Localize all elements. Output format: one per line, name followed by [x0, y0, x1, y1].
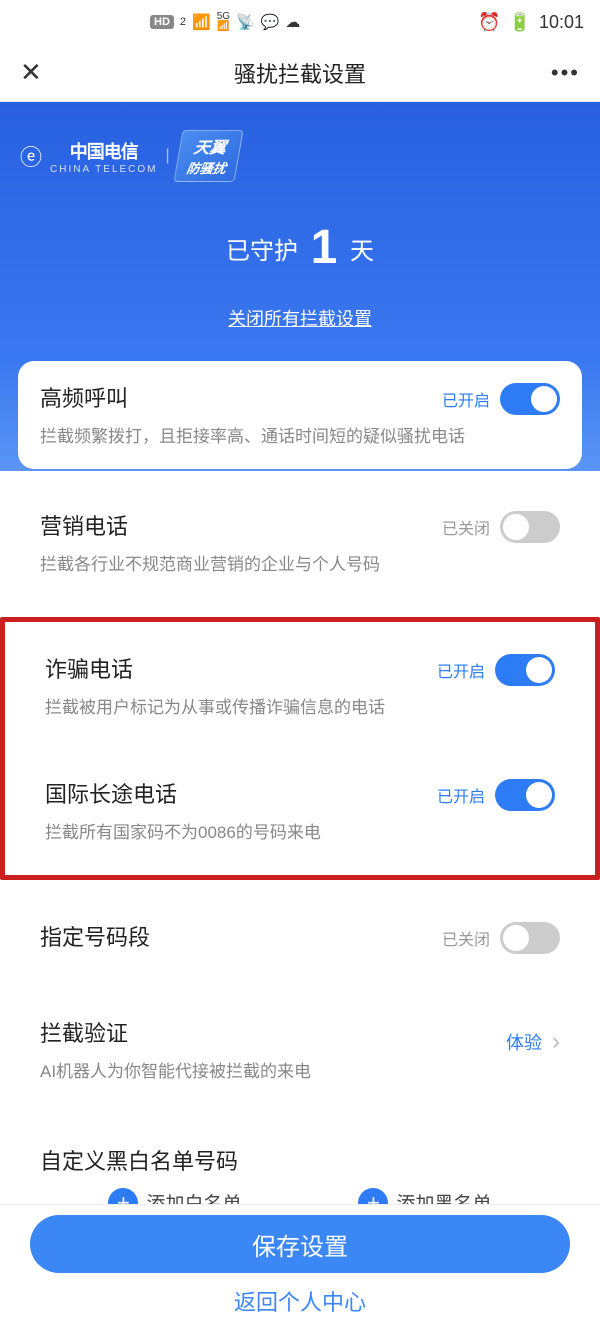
- status-label: 已开启: [437, 783, 485, 807]
- status-label: 已关闭: [442, 515, 490, 539]
- save-button[interactable]: 保存设置: [30, 1215, 570, 1273]
- brand-row: ⓔ 中国电信 CHINA TELECOM | 天翼 防骚扰: [0, 122, 600, 190]
- status-label: 已开启: [442, 387, 490, 411]
- tianyi-badge: 天翼 防骚扰: [173, 130, 243, 182]
- status-label: 已开启: [437, 658, 485, 682]
- toggle-marketing[interactable]: [500, 511, 560, 543]
- status-label: 已关闭: [442, 926, 490, 950]
- bottom-bar: 保存设置 返回个人中心: [0, 1204, 600, 1333]
- guard-days: 已守护 1 天: [0, 220, 600, 275]
- settings-list: 高频呼叫 已开启 拦截频繁拨打，且拒接率高、通话时间短的疑似骚扰电话 营销电话 …: [0, 361, 600, 1333]
- telecom-logo-icon: ⓔ: [20, 140, 42, 172]
- toggle-prefix[interactable]: [500, 922, 560, 954]
- card-marketing: 营销电话 已关闭 拦截各行业不规范商业营销的企业与个人号码: [18, 489, 582, 597]
- more-icon[interactable]: •••: [551, 60, 580, 86]
- verify-action[interactable]: 体验: [506, 1029, 542, 1055]
- toggle-intl[interactable]: [495, 779, 555, 811]
- status-bar: HD 2 📶 5G📶 📡 💬 ☁ ⏰ 🔋 10:01: [0, 0, 600, 44]
- toggle-fraud[interactable]: [495, 654, 555, 686]
- nav-bar: ✕ 骚扰拦截设置 •••: [0, 44, 600, 102]
- card-verify[interactable]: 拦截验证 体验 › AI机器人为你智能代接被拦截的来电: [18, 996, 582, 1104]
- alarm-icon: ⏰: [478, 12, 500, 33]
- card-intl: 国际长途电话 已开启 拦截所有国家码不为0086的号码来电: [23, 757, 577, 865]
- card-high-freq: 高频呼叫 已开启 拦截频繁拨打，且拒接率高、通话时间短的疑似骚扰电话: [18, 361, 582, 469]
- signal-icon: 📶: [192, 13, 211, 31]
- toggle-high-freq[interactable]: [500, 383, 560, 415]
- card-prefix: 指定号码段 已关闭: [18, 900, 582, 976]
- highlight-frame: 诈骗电话 已开启 拦截被用户标记为从事或传播诈骗信息的电话 国际长途电话 已开启…: [0, 617, 600, 881]
- card-fraud: 诈骗电话 已开启 拦截被用户标记为从事或传播诈骗信息的电话: [23, 632, 577, 740]
- bubble-icon: ☁: [285, 13, 300, 31]
- chevron-right-icon: ›: [552, 1028, 560, 1056]
- status-time: 10:01: [539, 12, 584, 33]
- chat-icon: 💬: [261, 13, 280, 31]
- sim-icon: 2: [180, 16, 186, 28]
- close-all-link[interactable]: 关闭所有拦截设置: [228, 305, 372, 331]
- page-title: 骚扰拦截设置: [234, 57, 366, 89]
- wifi-icon: 📡: [236, 13, 255, 31]
- battery-icon: 🔋: [509, 12, 531, 33]
- close-icon[interactable]: ✕: [20, 57, 42, 88]
- back-link[interactable]: 返回个人中心: [30, 1285, 570, 1317]
